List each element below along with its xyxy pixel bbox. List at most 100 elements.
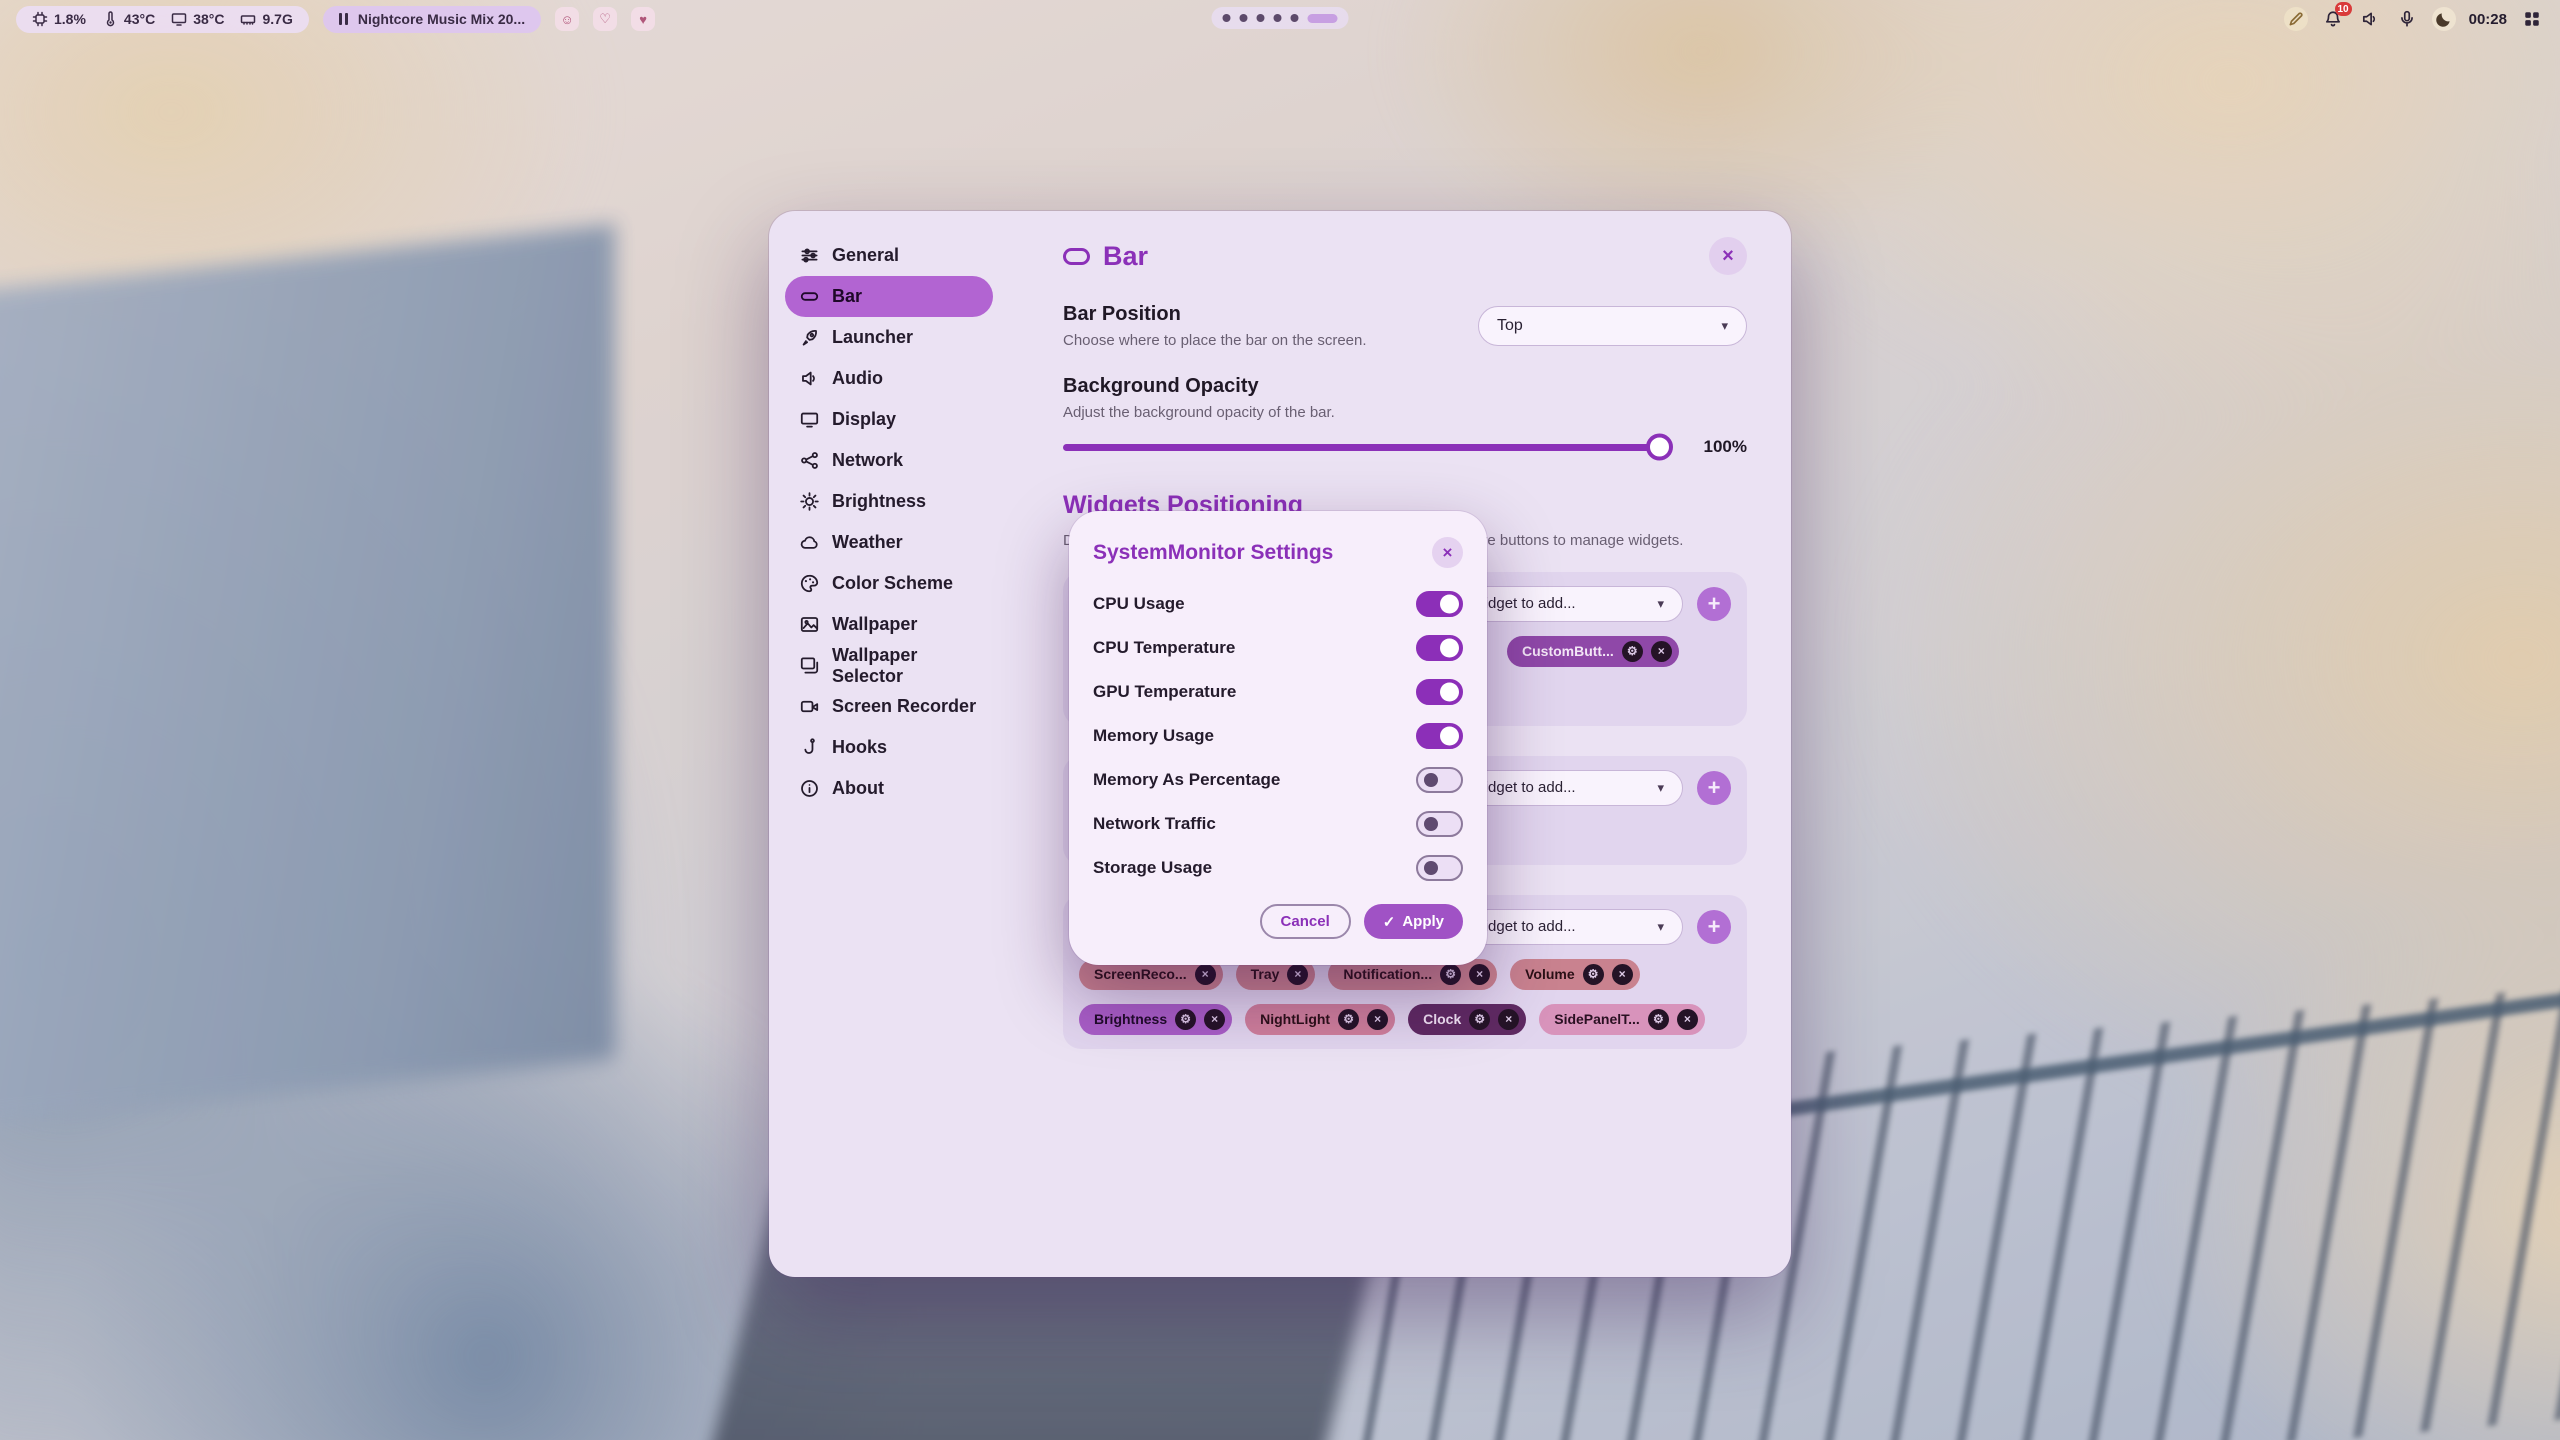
modal-close-button[interactable]: ×: [1432, 537, 1463, 568]
system-stats-pill[interactable]: 1.8% 43°C 38°C 9.7G: [16, 6, 309, 33]
widget-chip-sidepanel[interactable]: SidePanelT... ⚙ ×: [1539, 1004, 1705, 1035]
toggle-gpu-temperature[interactable]: [1416, 679, 1463, 705]
workspace-dot[interactable]: [1257, 14, 1265, 22]
bar-position-value: Top: [1497, 317, 1523, 335]
widget-settings-icon[interactable]: ⚙: [1338, 1009, 1359, 1030]
pause-icon[interactable]: [339, 13, 348, 25]
media-player-pill[interactable]: Nightcore Music Mix 20...: [323, 6, 541, 33]
pen-icon[interactable]: [2284, 7, 2308, 31]
bar-pill-icon: [800, 287, 819, 306]
widget-remove-icon[interactable]: ×: [1651, 641, 1672, 662]
opacity-value: 100%: [1689, 437, 1747, 457]
image-icon: [800, 615, 819, 634]
opacity-slider[interactable]: [1063, 444, 1669, 451]
widget-chip-volume[interactable]: Volume ⚙ ×: [1510, 959, 1640, 990]
widget-chip-custombutton[interactable]: CustomButt... ⚙ ×: [1507, 636, 1679, 667]
notification-bell-icon[interactable]: 10: [2321, 7, 2345, 31]
toggle-storage-usage[interactable]: [1416, 855, 1463, 881]
widget-remove-icon[interactable]: ×: [1367, 1009, 1388, 1030]
toggle-memory-as-percentage[interactable]: [1416, 767, 1463, 793]
video-icon: [800, 697, 819, 716]
sidebar-item-label: Bar: [832, 286, 862, 307]
widget-chip-clock[interactable]: Clock ⚙ ×: [1408, 1004, 1526, 1035]
background-opacity-slider-row: 100%: [1063, 437, 1747, 457]
widget-settings-icon[interactable]: ⚙: [1648, 1009, 1669, 1030]
sidebar-item-label: Color Scheme: [832, 573, 953, 594]
sidebar-item-display[interactable]: Display: [785, 399, 993, 440]
add-widget-button[interactable]: +: [1697, 771, 1731, 805]
widget-chip-nightlight[interactable]: NightLight ⚙ ×: [1245, 1004, 1395, 1035]
sidebar-item-label: Weather: [832, 532, 903, 553]
heart-button[interactable]: ♥: [631, 7, 655, 31]
cancel-button[interactable]: Cancel: [1260, 904, 1351, 939]
widget-remove-icon[interactable]: ×: [1469, 964, 1490, 985]
desktop: 1.8% 43°C 38°C 9.7G Nightcore Music Mix …: [0, 0, 2560, 1440]
sidebar-item-brightness[interactable]: Brightness: [785, 481, 993, 522]
widget-settings-icon[interactable]: ⚙: [1469, 1009, 1490, 1030]
rocket-icon: [800, 328, 819, 347]
chevron-down-icon: ▾: [1657, 596, 1664, 612]
background-opacity-block: Background Opacity Adjust the background…: [1063, 375, 1747, 457]
widget-chip-brightness[interactable]: Brightness ⚙ ×: [1079, 1004, 1232, 1035]
toggle-cpu-temperature[interactable]: [1416, 635, 1463, 661]
systemmonitor-settings-modal: SystemMonitor Settings × CPU Usage CPU T…: [1069, 511, 1487, 965]
toggle-cpu-usage[interactable]: [1416, 591, 1463, 617]
app-grid-icon[interactable]: [2520, 7, 2544, 31]
sidebar-item-bar[interactable]: Bar: [785, 276, 993, 317]
night-light-icon[interactable]: [2432, 7, 2456, 31]
widget-remove-icon[interactable]: ×: [1287, 964, 1308, 985]
sidebar-item-hooks[interactable]: Hooks: [785, 727, 993, 768]
sidebar-item-wallpaper-selector[interactable]: Wallpaper Selector: [785, 645, 993, 686]
sidebar-item-about[interactable]: About: [785, 768, 993, 809]
toggle-row: CPU Temperature: [1093, 626, 1463, 670]
background-opacity-description: Adjust the background opacity of the bar…: [1063, 404, 1747, 421]
sidebar-item-label: Wallpaper: [832, 614, 917, 635]
bar-position-label: Bar Position: [1063, 303, 1367, 326]
sidebar-item-color-scheme[interactable]: Color Scheme: [785, 563, 993, 604]
window-close-button[interactable]: ×: [1709, 237, 1747, 275]
heart-outline-button[interactable]: ♡: [593, 7, 617, 31]
toggle-row: GPU Temperature: [1093, 670, 1463, 714]
workspace-indicator[interactable]: [1212, 7, 1349, 29]
emoji-button[interactable]: ☺: [555, 7, 579, 31]
sliders-icon: [800, 246, 819, 265]
widget-remove-icon[interactable]: ×: [1612, 964, 1633, 985]
opacity-slider-knob[interactable]: [1646, 434, 1673, 461]
add-widget-button[interactable]: +: [1697, 587, 1731, 621]
sidebar-item-screen-recorder[interactable]: Screen Recorder: [785, 686, 993, 727]
toggle-knob: [1440, 639, 1459, 658]
toggle-row: Network Traffic: [1093, 802, 1463, 846]
widget-remove-icon[interactable]: ×: [1498, 1009, 1519, 1030]
sidebar-item-weather[interactable]: Weather: [785, 522, 993, 563]
widget-settings-icon[interactable]: ⚙: [1440, 964, 1461, 985]
apply-button[interactable]: ✓ Apply: [1364, 904, 1463, 939]
widget-settings-icon[interactable]: ⚙: [1622, 641, 1643, 662]
toggle-memory-usage[interactable]: [1416, 723, 1463, 749]
workspace-dot[interactable]: [1223, 14, 1231, 22]
add-widget-button[interactable]: +: [1697, 910, 1731, 944]
microphone-icon[interactable]: [2395, 7, 2419, 31]
bar-position-dropdown[interactable]: Top ▾: [1478, 306, 1747, 346]
sidebar-item-general[interactable]: General: [785, 235, 993, 276]
chevron-down-icon: ▾: [1721, 318, 1728, 334]
sidebar-item-launcher[interactable]: Launcher: [785, 317, 993, 358]
widget-settings-icon[interactable]: ⚙: [1175, 1009, 1196, 1030]
volume-icon[interactable]: [2358, 7, 2382, 31]
images-icon: [800, 656, 819, 675]
workspace-dot[interactable]: [1240, 14, 1248, 22]
widget-remove-icon[interactable]: ×: [1195, 964, 1216, 985]
widget-remove-icon[interactable]: ×: [1677, 1009, 1698, 1030]
sidebar-item-wallpaper[interactable]: Wallpaper: [785, 604, 993, 645]
workspace-dot[interactable]: [1291, 14, 1299, 22]
widget-remove-icon[interactable]: ×: [1204, 1009, 1225, 1030]
clock[interactable]: 00:28: [2469, 11, 2507, 28]
toggle-network-traffic[interactable]: [1416, 811, 1463, 837]
toggle-label: GPU Temperature: [1093, 682, 1236, 702]
sidebar-item-network[interactable]: Network: [785, 440, 993, 481]
workspace-active-pill[interactable]: [1308, 14, 1338, 23]
sidebar-item-audio[interactable]: Audio: [785, 358, 993, 399]
workspace-dot[interactable]: [1274, 14, 1282, 22]
widget-settings-icon[interactable]: ⚙: [1583, 964, 1604, 985]
memory-icon: [240, 11, 256, 27]
toggle-knob: [1440, 595, 1459, 614]
